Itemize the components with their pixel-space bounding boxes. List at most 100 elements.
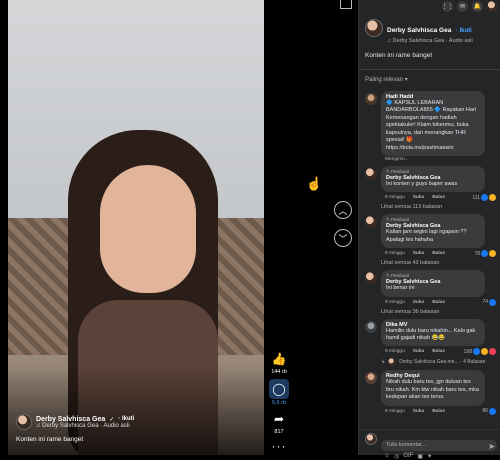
author-name[interactable]: Derby Salvhisca Gea [36,416,105,423]
comment-bubble: ✎ Pembuat Derby Salvhisca Gea Ini benar … [381,270,485,297]
comment-text: Nikah dulu baru tes, jgn duluan tes bru … [386,379,479,401]
comment-icon: ◯ [269,379,289,399]
author-avatar[interactable] [16,414,32,430]
comment-time[interactable]: 9 minggu [385,251,405,256]
comment-time[interactable]: 9 minggu [385,195,405,200]
sticker-icon[interactable]: ☺ [384,453,390,460]
creator-tag: Pembuat [391,217,410,223]
comment-bubble: ✎ Pembuat Derby Salvhisca Gea Ini konten… [381,165,485,193]
video-caption: Konten ini rame banget [16,436,84,443]
comment-text: Ini konten y guys baper awas [386,180,458,187]
sort-dropdown[interactable]: Paling relevan ▾ [359,70,500,87]
view-replies-link[interactable]: Lihat semua 113 balasan [365,204,496,210]
commenter-avatar[interactable] [365,272,377,285]
comment-meta: 9 minggu Suka Balas 198 [381,348,496,356]
like-reaction-icon [489,298,496,306]
reaction-summary[interactable]: 74 [482,298,496,306]
reaction-count: 74 [482,299,488,306]
comments-panel: ⋮⋮ ✉ 🔔 Derby Salvhisca Gea · Ikuti ♫ Der… [358,0,500,460]
camera-icon[interactable]: GIF [403,453,413,460]
reply-preview[interactable]: ↳ Derby Salvhisca Gea me... · 4 Balasan [365,358,496,367]
comment-like-button[interactable]: Suka [413,409,424,414]
comment-reply-button[interactable]: Balas [432,251,445,256]
comment-item: Hadi Hadd 🔷 KAPSUL LEBARAN BANDARBOLA855… [365,91,496,162]
share-button[interactable]: ➦ 817 [270,410,288,435]
view-replies-link[interactable]: Lihat semua 36 balasan [365,309,496,315]
avatar-sticker-icon[interactable]: ✦ [427,453,432,460]
creator-tag: Pembuat [391,168,410,174]
comment-like-button[interactable]: Suka [413,300,424,305]
commenter-avatar[interactable] [365,167,377,180]
composer-tools: ☺ ◎ GIF ▣ ✦ [381,453,497,460]
creator-tag: Pembuat [391,273,410,279]
panel-author-name[interactable]: Derby Salvhisca Gea [387,27,451,34]
like-reaction-icon [481,250,488,258]
love-reaction-icon [489,348,496,356]
comment-text: Kalian jam segini lagi ngapain ?? Apalag… [386,229,467,243]
comment-item: ✎ Pembuat Derby Salvhisca Gea Ini konten… [365,165,496,202]
comment-reply-button[interactable]: Balas [432,195,445,200]
follow-button[interactable]: · Ikuti [118,416,134,422]
comment-time[interactable]: 9 minggu [385,300,405,305]
comment-meta: 9 minggu Suka Balas 78 [381,250,496,258]
reaction-summary[interactable]: 111 [472,194,496,202]
comment-reply-button[interactable]: Balas [432,349,445,354]
send-icon[interactable]: ➤ [488,442,495,451]
comment-composer: ☺ ◎ GIF ▣ ✦ ➤ [359,429,500,460]
like-button[interactable]: 👍 144 rb [270,350,288,375]
apps-grid-icon[interactable]: ⋮⋮ [442,1,454,12]
view-replies-link[interactable]: Lihat semua 43 balasan [365,260,496,266]
commenter-avatar[interactable] [365,216,377,229]
comment-bubble: Dika MV Hamilin dulu baru nikahin... Kal… [381,318,485,347]
comment-button[interactable]: ◯ 5,6 rb [269,379,289,406]
video-person-face [100,165,196,293]
profile-avatar[interactable] [487,1,498,12]
comment-time[interactable]: 9 minggu [385,409,405,414]
commenter-avatar[interactable] [365,320,377,333]
comment-text: 🔷 KAPSUL LEBARAN BANDARBOLA855 🔷 Rayakan… [386,100,476,151]
comment-text: Hamilin dulu baru nikahin... Kalo gak ha… [386,327,476,342]
reaction-summary[interactable]: 78 [474,250,496,258]
share-count: 817 [274,429,284,435]
reaction-summary[interactable]: 198 [464,348,496,356]
haha-reaction-icon [481,348,488,356]
comment-like-button[interactable]: Suka [413,349,424,354]
gif-icon[interactable]: ▣ [417,453,423,460]
comment-input[interactable] [381,439,497,451]
panel-follow-button[interactable]: · Ikuti [456,28,472,34]
audio-label[interactable]: Derby Salvhisca Gea · Audio asli [42,423,129,429]
video-player[interactable] [8,0,264,455]
like-count: 144 rb [271,369,287,375]
comment-bubble: Redhy Dequi Nikah dulu baru tes, jgn dul… [381,370,485,406]
commenter-avatar[interactable] [365,372,377,385]
mouse-cursor-icon: ☝ [306,176,323,191]
comment-like-button[interactable]: Suka [413,195,424,200]
reaction-summary[interactable]: 86 [482,407,496,415]
comment-item: ✎ Pembuat Derby Salvhisca Gea Ini benar … [365,270,496,306]
composer-avatar [365,433,377,445]
comment-meta: 9 minggu Suka Balas 86 [381,407,496,415]
previous-video-button[interactable]: ︿ [334,201,352,219]
panel-author-avatar[interactable] [365,19,383,37]
comment-like-button[interactable]: Suka [413,251,424,256]
haha-reaction-icon [489,194,496,202]
panel-header: Derby Salvhisca Gea · Ikuti ♫ Derby Salv… [359,13,500,44]
comment-status: Mengirim... [385,156,409,162]
emoji-icon[interactable]: ◎ [394,453,399,460]
comment-reply-button[interactable]: Balas [432,300,445,305]
next-video-button[interactable]: ﹀ [334,229,352,247]
haha-reaction-icon [489,250,496,258]
exit-fullscreen-icon[interactable] [340,0,352,9]
more-options-icon[interactable]: ··· [272,439,287,453]
like-reaction-icon [473,348,480,356]
bell-icon[interactable]: 🔔 [472,1,483,12]
comment-count: 5,6 rb [271,400,287,406]
reply-avatar [388,358,397,367]
thumbs-up-icon: 👍 [271,352,287,366]
messenger-icon[interactable]: ✉ [457,1,468,12]
video-actions: 👍 144 rb ◯ 5,6 rb ➦ 817 ··· [266,350,292,453]
panel-audio-label[interactable]: Derby Salvhisca Gea · Audio asli [393,38,473,44]
commenter-avatar[interactable] [365,93,377,105]
comment-time[interactable]: 9 minggu [385,349,405,354]
comment-reply-button[interactable]: Balas [432,409,445,414]
